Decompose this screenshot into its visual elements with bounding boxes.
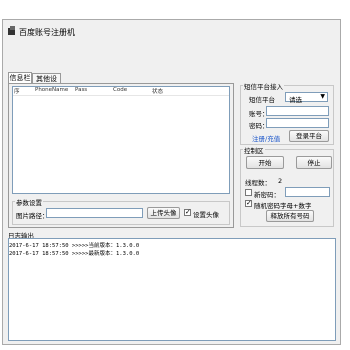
column-header-index[interactable]: 序: [14, 87, 20, 95]
new-password-label: 新密码：: [254, 191, 280, 199]
control-group-label: 控制区: [243, 145, 265, 155]
threads-value[interactable]: 2: [278, 177, 282, 185]
chevron-down-icon: ▼: [320, 93, 325, 100]
account-input[interactable]: [266, 106, 329, 116]
new-password-checkbox[interactable]: [245, 189, 252, 196]
app-icon: [8, 26, 15, 35]
new-password-input[interactable]: [285, 187, 330, 197]
window-title: 百度账号注册机: [19, 28, 75, 37]
log-line: 2017-6-17 18:57:50 >>>>>最新版本：1.3.0.0: [9, 251, 140, 257]
platform-select[interactable]: 请选 ▼: [285, 92, 328, 104]
password-input[interactable]: [266, 118, 329, 128]
threads-label: 线程数：: [245, 179, 271, 187]
register-recharge-link[interactable]: 注册/充值: [252, 133, 280, 143]
column-header-pass[interactable]: Pass: [75, 87, 87, 93]
list-header-divider: [13, 95, 229, 96]
log-line: 2017-6-17 18:57:50 >>>>>当前版本：1.3.0.0: [9, 243, 140, 249]
column-header-phone[interactable]: PhoneName: [35, 87, 68, 93]
upload-avatar-button[interactable]: 上传头像: [147, 207, 180, 219]
column-header-status[interactable]: 状态: [152, 87, 163, 95]
set-avatar-checkbox[interactable]: [184, 208, 191, 216]
image-path-label: 图片路径：: [16, 212, 49, 220]
sms-group-label: 短信平台接入: [243, 81, 284, 91]
platform-label: 短信平台: [249, 96, 275, 104]
start-button[interactable]: 开始: [246, 156, 284, 169]
login-platform-button[interactable]: 登录平台: [289, 130, 329, 142]
stop-button[interactable]: 停止: [296, 156, 332, 169]
random-password-checkbox[interactable]: [245, 199, 252, 207]
account-list[interactable]: [12, 86, 230, 194]
random-password-label: 随机密码字母+数字: [254, 202, 312, 210]
params-group-label: 参数设置: [15, 197, 43, 207]
release-all-numbers-button[interactable]: 释放所有号码: [266, 210, 314, 222]
column-header-code[interactable]: Code: [113, 87, 127, 93]
set-avatar-label: 设置头像: [193, 211, 219, 219]
platform-selected-value: 请选: [289, 96, 302, 104]
image-path-input[interactable]: [46, 208, 143, 218]
